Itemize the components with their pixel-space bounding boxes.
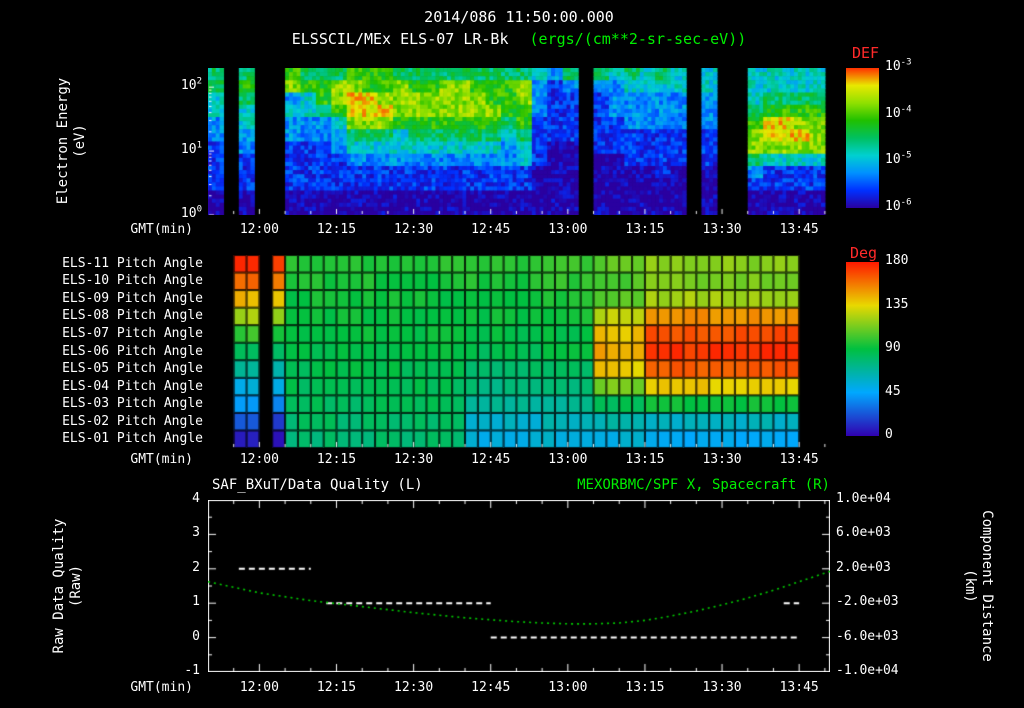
time-tick-mid: 12:15 (316, 452, 357, 467)
deg-tick-label: 0 (885, 427, 893, 442)
time-tick-top: 12:15 (316, 222, 357, 237)
bottom-left-title: SAF_BXuT/Data Quality (L) (212, 477, 423, 493)
time-tick-top: 13:30 (702, 222, 742, 237)
deg-colorbar (846, 262, 879, 436)
pitch-angle-canvas (208, 255, 830, 448)
deg-tick-label: 45 (885, 383, 901, 399)
distance-tick-label: 6.0e+03 (836, 525, 891, 541)
pitch-row-label: ELS-03 Pitch Angle (62, 396, 203, 412)
quality-tick-label: 3 (192, 525, 200, 541)
time-tick-bot: 12:30 (394, 680, 434, 695)
pitch-row-label: ELS-05 Pitch Angle (62, 361, 203, 377)
time-tick-bot: 13:30 (702, 680, 742, 695)
pitch-row-label: ELS-08 Pitch Angle (62, 308, 203, 324)
energy-tick-label: 102 (180, 76, 202, 94)
bottom-right-title: MEXORBMC/SPF X, Spacecraft (R) (577, 477, 830, 493)
distance-tick-label: -2.0e+03 (836, 594, 899, 610)
quality-tick-label: 1 (192, 594, 200, 610)
distance-tick-label: -1.0e+04 (836, 663, 899, 678)
time-tick-bot: 13:00 (548, 680, 588, 695)
pitch-row-label: ELS-07 Pitch Angle (62, 325, 203, 341)
def-tick-label: 10-3 (885, 57, 912, 74)
deg-tick-label: 135 (885, 296, 909, 312)
gmt-axis-label-bot: GMT(min) (130, 680, 193, 695)
pitch-row-label: ELS-09 Pitch Angle (62, 290, 203, 306)
spec-y-axis-label: Electron Energy (eV) (55, 77, 88, 205)
def-tick-label: 10-6 (885, 197, 912, 214)
timestamp-title: 2014/086 11:50:00.000 (424, 8, 614, 26)
time-tick-top: 13:45 (779, 222, 819, 237)
time-tick-top: 13:15 (625, 222, 665, 237)
time-tick-mid: 13:30 (702, 452, 742, 467)
deg-colorbar-title: Deg (850, 244, 878, 262)
deg-tick-label: 90 (885, 340, 901, 355)
quality-tick-label: 2 (192, 559, 200, 575)
quality-tick-label: 4 (192, 491, 200, 506)
quality-tick-label: -1 (184, 663, 200, 678)
pitch-row-label: ELS-01 Pitch Angle (62, 431, 203, 447)
quality-tick-label: 0 (192, 628, 200, 644)
deg-tick-label: 180 (885, 253, 909, 268)
plot-title: ELSSCIL/MEx ELS-07 LR-Bk (ergs/(cm**2-sr… (208, 30, 830, 48)
time-tick-top: 12:00 (239, 222, 279, 237)
time-tick-top: 13:00 (548, 222, 588, 237)
energy-spectrogram-canvas (208, 68, 830, 215)
def-colorbar (846, 68, 879, 208)
gmt-axis-label-mid: GMT(min) (130, 452, 193, 467)
time-tick-mid: 13:00 (548, 452, 588, 467)
units-title: (ergs/(cm**2-sr-sec-eV)) (529, 30, 747, 48)
pitch-row-label: ELS-11 Pitch Angle (62, 255, 203, 271)
energy-tick-label: 100 (180, 204, 202, 221)
els-plot-window: 2014/086 11:50:00.000 ELSSCIL/MEx ELS-07… (0, 0, 1024, 708)
time-tick-mid: 13:15 (625, 452, 665, 467)
time-tick-bot: 13:15 (625, 680, 665, 695)
time-tick-bot: 12:45 (471, 680, 511, 695)
time-tick-mid: 12:45 (471, 452, 511, 467)
pitch-row-label: ELS-10 Pitch Angle (62, 273, 203, 289)
time-tick-bot: 12:00 (239, 680, 279, 695)
distance-tick-label: -6.0e+03 (836, 628, 899, 644)
distance-tick-label: 1.0e+04 (836, 491, 891, 506)
def-colorbar-title: DEF (852, 44, 880, 62)
time-tick-mid: 12:00 (239, 452, 279, 467)
def-tick-label: 10-5 (885, 151, 912, 168)
instrument-title: ELSSCIL/MEx ELS-07 LR-Bk (291, 30, 509, 48)
pitch-row-label: ELS-06 Pitch Angle (62, 343, 203, 359)
distance-tick-label: 2.0e+03 (836, 559, 891, 575)
time-tick-mid: 12:30 (394, 452, 434, 467)
time-tick-top: 12:45 (471, 222, 511, 237)
pitch-row-label: ELS-04 Pitch Angle (62, 378, 203, 394)
quality-y-axis-label: Raw Data Quality (Raw) (51, 518, 84, 654)
energy-tick-label: 101 (180, 140, 202, 158)
pitch-row-label: ELS-02 Pitch Angle (62, 413, 203, 429)
line-plot-canvas (208, 500, 830, 672)
time-tick-bot: 12:15 (316, 680, 357, 695)
gmt-axis-label-top: GMT(min) (130, 222, 193, 237)
time-tick-bot: 13:45 (779, 680, 819, 695)
def-tick-label: 10-4 (885, 104, 912, 121)
time-tick-top: 12:30 (394, 222, 434, 237)
time-tick-mid: 13:45 (779, 452, 819, 467)
distance-y-axis-label: Component Distance (km) (962, 510, 995, 662)
